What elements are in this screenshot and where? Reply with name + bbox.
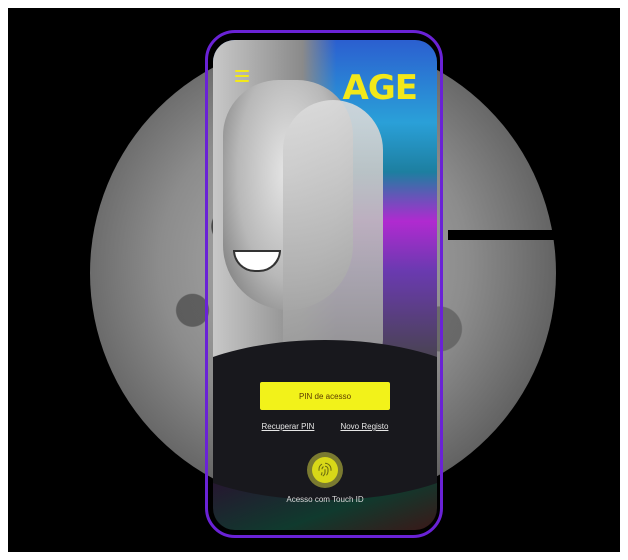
new-registration-link[interactable]: Novo Registo [340,422,388,431]
hero-hand [283,100,383,360]
phone-screen: AGE PIN de acesso Recuperar PIN Novo Reg… [213,40,437,530]
app-logo: AGE [342,68,418,108]
moon-divider [448,230,608,240]
auth-links: Recuperar PIN Novo Registo [213,422,437,431]
touch-id-label: Acesso com Touch ID [286,495,364,504]
fingerprint-icon [312,457,338,483]
hamburger-icon[interactable] [235,70,249,82]
recover-pin-link[interactable]: Recuperar PIN [262,422,315,431]
pin-access-button[interactable]: PIN de acesso [260,382,390,410]
touch-id-button[interactable] [307,452,343,488]
